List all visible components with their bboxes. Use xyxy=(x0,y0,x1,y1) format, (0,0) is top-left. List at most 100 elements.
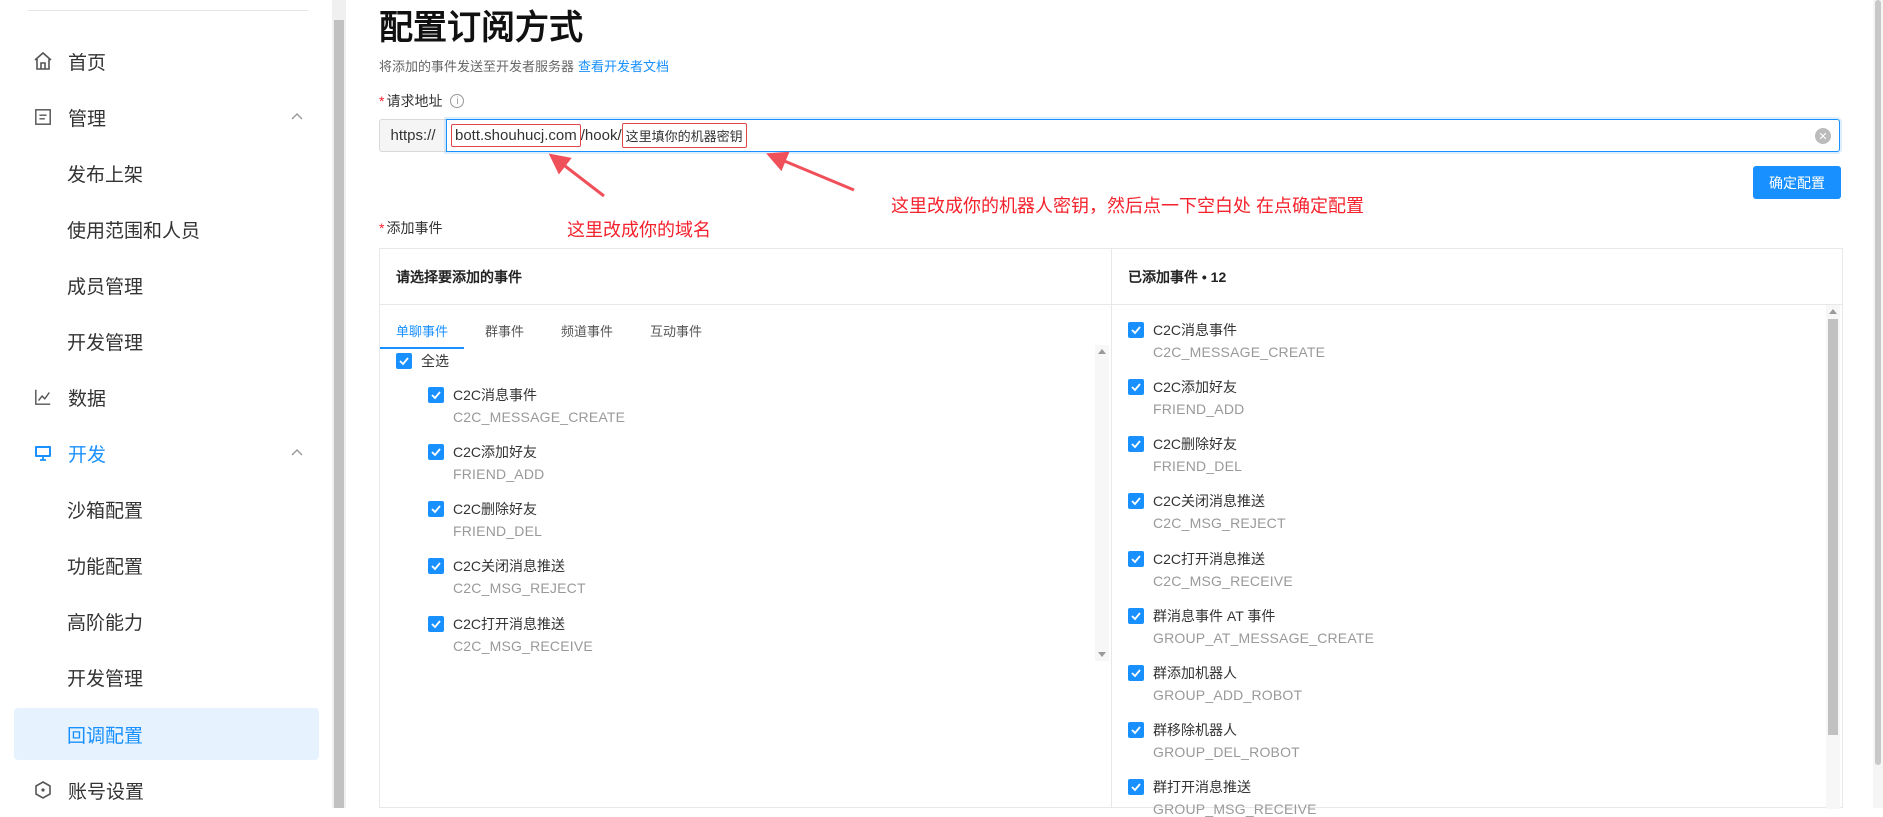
events-label-text: 添加事件 xyxy=(386,220,443,236)
clear-icon[interactable]: ✕ xyxy=(1815,128,1831,144)
url-label-text: 请求地址 xyxy=(386,93,443,109)
check-icon xyxy=(428,616,444,632)
sidebar-item-label: 数据 xyxy=(68,388,107,410)
sidebar-item-account[interactable]: 账号设置 xyxy=(14,764,319,816)
event-code: C2C_MSG_REJECT xyxy=(1153,515,1286,531)
url-field: https:// bott.shouhucj.com /hook/ 这里填你的机… xyxy=(379,119,1840,152)
list-item[interactable]: C2C删除好友 FRIEND_DEL xyxy=(1128,434,1242,474)
page-subtitle: 将添加的事件发送至开发者服务器 查看开发者文档 xyxy=(379,56,669,75)
scroll-up-icon[interactable] xyxy=(1829,309,1837,314)
event-title: C2C关闭消息推送 xyxy=(453,558,566,574)
available-events-panel: 请选择要添加的事件 单聊事件 群事件 频道事件 互动事件 全选 C2C消息事件 … xyxy=(379,248,1111,808)
sidebar-item-manage[interactable]: 管理 xyxy=(14,91,319,143)
event-title: 群消息事件 AT 事件 xyxy=(1153,608,1276,624)
sidebar-item-publish[interactable]: 发布上架 xyxy=(14,147,319,199)
sidebar-item-members[interactable]: 成员管理 xyxy=(14,259,319,311)
list-item[interactable]: C2C关闭消息推送 C2C_MSG_REJECT xyxy=(1128,491,1286,531)
sidebar-divider xyxy=(28,10,308,11)
list-item[interactable]: C2C添加好友 FRIEND_ADD xyxy=(1128,377,1244,417)
scrollbar-thumb[interactable] xyxy=(1875,0,1881,765)
chevron-up-icon[interactable] xyxy=(289,109,305,125)
event-code: FRIEND_DEL xyxy=(453,523,543,539)
list-item[interactable]: C2C添加好友 FRIEND_ADD xyxy=(428,442,544,482)
scrollbar-thumb[interactable] xyxy=(1828,319,1838,735)
list-item[interactable]: 群移除机器人 GROUP_DEL_ROBOT xyxy=(1128,720,1300,760)
list-item[interactable]: 群打开消息推送 GROUP_MSG_RECEIVE xyxy=(1128,777,1317,817)
event-code: C2C_MESSAGE_CREATE xyxy=(453,409,626,425)
event-code: C2C_MSG_REJECT xyxy=(453,580,586,596)
event-code: GROUP_DEL_ROBOT xyxy=(1153,744,1300,760)
url-prefix: https:// xyxy=(379,119,446,152)
event-code: GROUP_ADD_ROBOT xyxy=(1153,687,1303,703)
list-item[interactable]: C2C消息事件 C2C_MESSAGE_CREATE xyxy=(1128,320,1325,360)
list-item[interactable]: C2C打开消息推送 C2C_MSG_RECEIVE xyxy=(428,614,593,654)
list-item[interactable]: 群消息事件 AT 事件 GROUP_AT_MESSAGE_CREATE xyxy=(1128,606,1374,646)
scroll-up-icon[interactable] xyxy=(1098,349,1106,354)
home-icon xyxy=(32,50,54,72)
panel-header: 已添加事件 • 12 xyxy=(1112,249,1842,305)
event-code: FRIEND_ADD xyxy=(453,466,545,482)
event-title: C2C删除好友 xyxy=(1153,436,1238,452)
sidebar-item-label: 成员管理 xyxy=(67,276,144,298)
doc-link[interactable]: 查看开发者文档 xyxy=(578,59,669,74)
sidebar-item-dev-manage-2[interactable]: 开发管理 xyxy=(14,651,319,703)
sidebar-item-develop[interactable]: 开发 xyxy=(14,427,319,479)
sidebar-item-dev-manage[interactable]: 开发管理 xyxy=(14,315,319,367)
event-title: C2C消息事件 xyxy=(1153,322,1238,338)
list-item[interactable]: C2C打开消息推送 C2C_MSG_RECEIVE xyxy=(1128,549,1293,589)
confirm-config-button[interactable]: 确定配置 xyxy=(1753,166,1841,199)
tab-group-events[interactable]: 群事件 xyxy=(485,305,524,355)
check-icon xyxy=(1128,322,1144,338)
sidebar-item-callback[interactable]: 回调配置 xyxy=(14,708,319,760)
event-code: C2C_MSG_RECEIVE xyxy=(453,638,593,654)
sidebar-item-features[interactable]: 功能配置 xyxy=(14,539,319,591)
event-title: 群添加机器人 xyxy=(1153,665,1237,681)
select-all-checkbox[interactable]: 全选 xyxy=(396,351,449,371)
sidebar-item-label: 首页 xyxy=(68,52,107,74)
chevron-up-icon[interactable] xyxy=(289,445,305,461)
tab-interaction-events[interactable]: 互动事件 xyxy=(650,305,702,355)
event-code: C2C_MESSAGE_CREATE xyxy=(1153,344,1326,360)
sidebar-item-label: 回调配置 xyxy=(67,725,144,747)
page-title: 配置订阅方式 xyxy=(379,9,583,47)
check-icon xyxy=(1128,436,1144,452)
panel-header: 请选择要添加的事件 xyxy=(380,249,1111,305)
chart-icon xyxy=(32,386,54,408)
tab-c2c-events[interactable]: 单聊事件 xyxy=(379,305,465,355)
sidebar-scrollbar[interactable] xyxy=(332,0,346,808)
sidebar-item-home[interactable]: 首页 xyxy=(14,35,319,87)
event-title: C2C关闭消息推送 xyxy=(1153,493,1266,509)
sidebar-item-label: 开发管理 xyxy=(67,668,144,690)
url-field-label: * 请求地址 i xyxy=(379,91,465,111)
monitor-icon xyxy=(32,442,54,464)
sidebar-item-scope[interactable]: 使用范围和人员 xyxy=(14,203,319,255)
url-domain-highlight: bott.shouhucj.com xyxy=(451,124,581,147)
info-icon[interactable]: i xyxy=(450,94,465,108)
list-item[interactable]: 群添加机器人 GROUP_ADD_ROBOT xyxy=(1128,663,1302,703)
right-list-scrollbar[interactable] xyxy=(1826,305,1840,809)
event-title: C2C添加好友 xyxy=(1153,379,1238,395)
event-code: FRIEND_DEL xyxy=(1153,458,1243,474)
list-item[interactable]: C2C消息事件 C2C_MESSAGE_CREATE xyxy=(428,385,625,425)
check-icon xyxy=(428,558,444,574)
check-icon xyxy=(1128,493,1144,509)
sidebar-item-advanced[interactable]: 高阶能力 xyxy=(14,595,319,647)
tab-channel-events[interactable]: 频道事件 xyxy=(561,305,613,355)
list-item[interactable]: C2C删除好友 FRIEND_DEL xyxy=(428,499,542,539)
list-item[interactable]: C2C关闭消息推送 C2C_MSG_REJECT xyxy=(428,556,586,596)
sidebar-item-label: 开发 xyxy=(68,444,107,466)
sidebar-item-label: 使用范围和人员 xyxy=(67,220,201,242)
scrollbar-thumb[interactable] xyxy=(334,20,344,808)
event-code: GROUP_MSG_RECEIVE xyxy=(1153,801,1317,817)
sidebar-item-label: 开发管理 xyxy=(67,332,144,354)
page-scrollbar[interactable] xyxy=(1873,0,1883,808)
event-title: C2C消息事件 xyxy=(453,387,538,403)
subtitle-text: 将添加的事件发送至开发者服务器 xyxy=(379,59,575,74)
url-input[interactable]: bott.shouhucj.com /hook/ 这里填你的机器密钥 ✕ xyxy=(446,119,1840,152)
sidebar-item-data[interactable]: 数据 xyxy=(14,371,319,423)
event-code: GROUP_AT_MESSAGE_CREATE xyxy=(1153,630,1375,646)
left-list-scrollbar[interactable] xyxy=(1095,345,1109,661)
scroll-down-icon[interactable] xyxy=(1098,652,1106,657)
sidebar-item-sandbox[interactable]: 沙箱配置 xyxy=(14,483,319,535)
event-type-tabs: 单聊事件 群事件 频道事件 互动事件 xyxy=(379,305,1111,355)
